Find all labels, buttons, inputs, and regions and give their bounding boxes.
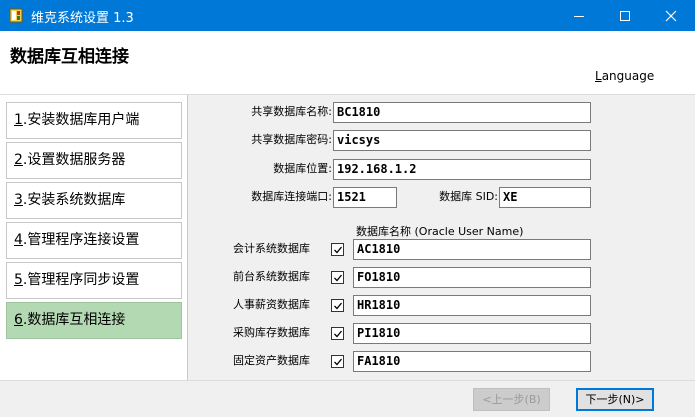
db-port-label: 数据库连接端口: — [251, 190, 332, 203]
shared-db-name-label: 共享数据库名称: — [251, 105, 332, 118]
db-row-checkbox[interactable] — [331, 299, 344, 312]
step-3[interactable]: 3.安装系统数据库 — [6, 182, 182, 219]
db-location-label: 数据库位置: — [273, 162, 332, 175]
db-row-checkbox[interactable] — [331, 327, 344, 340]
db-sid-label: 数据库 SID: — [439, 190, 498, 203]
window-title: 维克系统设置 1.3 — [31, 11, 134, 26]
maximize-button[interactable] — [602, 0, 648, 31]
shared-db-name-input[interactable]: BC1810 — [333, 102, 591, 123]
check-icon — [334, 302, 343, 310]
steps-sidebar: 1.安装数据库用户端 2.设置数据服务器 3.安装系统数据库 4.管理程序连接设… — [0, 95, 188, 381]
check-icon — [334, 246, 343, 254]
db-row-checkbox[interactable] — [331, 243, 344, 256]
step-2[interactable]: 2.设置数据服务器 — [6, 142, 182, 179]
check-icon — [334, 274, 343, 282]
step-label: .安装系统数据库 — [22, 192, 126, 208]
maximize-icon — [620, 11, 630, 21]
step-label: .安装数据库用户端 — [22, 112, 140, 128]
step-label: .数据库互相连接 — [22, 312, 126, 328]
db-location-input[interactable]: 192.168.1.2 — [333, 159, 591, 180]
step-label: .管理程序连接设置 — [22, 232, 140, 248]
step-5[interactable]: 5.管理程序同步设置 — [6, 262, 182, 299]
language-mnemonic: L — [595, 69, 602, 83]
db-row-label: 人事薪资数据库 — [233, 298, 310, 311]
close-icon — [665, 10, 677, 22]
minimize-button[interactable] — [556, 0, 602, 31]
db-row-input[interactable]: FA1810 — [353, 351, 591, 372]
step-label: .管理程序同步设置 — [22, 272, 140, 288]
shared-db-password-input[interactable]: vicsys — [333, 130, 591, 151]
step-number: 6 — [14, 312, 23, 328]
main-area: 1.安装数据库用户端 2.设置数据服务器 3.安装系统数据库 4.管理程序连接设… — [0, 94, 695, 381]
db-row-input[interactable]: FO1810 — [353, 267, 591, 288]
step-number: 2 — [14, 152, 23, 168]
step-4[interactable]: 4.管理程序连接设置 — [6, 222, 182, 259]
db-row-label: 固定资产数据库 — [233, 354, 310, 367]
step-number: 4 — [14, 232, 23, 248]
db-row-input[interactable]: AC1810 — [353, 239, 591, 260]
check-icon — [334, 330, 343, 338]
shared-db-password-label: 共享数据库密码: — [251, 133, 332, 146]
settings-panel: 共享数据库名称: BC1810 共享数据库密码: vicsys 数据库位置: 1… — [190, 95, 695, 381]
title-bar: 维克系统设置 1.3 — [0, 0, 695, 31]
step-label: .设置数据服务器 — [22, 152, 126, 168]
minimize-icon — [574, 16, 584, 17]
step-number: 5 — [14, 272, 23, 288]
close-button[interactable] — [648, 0, 694, 31]
db-row-label: 采购库存数据库 — [233, 326, 310, 339]
db-row-checkbox[interactable] — [331, 271, 344, 284]
language-link[interactable]: Language — [595, 69, 654, 83]
step-6-active[interactable]: 6.数据库互相连接 — [6, 302, 182, 339]
step-1[interactable]: 1.安装数据库用户端 — [6, 102, 182, 139]
db-row-checkbox[interactable] — [331, 355, 344, 368]
db-sid-input[interactable]: XE — [499, 187, 591, 208]
button-bar: <上一步(B) 下一步(N)> — [0, 380, 695, 417]
step-number: 3 — [14, 192, 23, 208]
db-column-header: 数据库名称 (Oracle User Name) — [356, 225, 524, 238]
db-row-label: 会计系统数据库 — [233, 242, 310, 255]
page-title: 数据库互相连接 — [10, 47, 129, 67]
page-header: 数据库互相连接 Language — [0, 31, 695, 94]
db-port-input[interactable]: 1521 — [333, 187, 397, 208]
step-number: 1 — [14, 112, 23, 128]
db-row-input[interactable]: PI1810 — [353, 323, 591, 344]
next-button[interactable]: 下一步(N)> — [576, 388, 654, 411]
language-label: anguage — [601, 69, 655, 83]
app-icon — [9, 8, 23, 23]
previous-button[interactable]: <上一步(B) — [473, 388, 550, 411]
check-icon — [334, 358, 343, 366]
db-row-input[interactable]: HR1810 — [353, 295, 591, 316]
db-row-label: 前台系统数据库 — [233, 270, 310, 283]
